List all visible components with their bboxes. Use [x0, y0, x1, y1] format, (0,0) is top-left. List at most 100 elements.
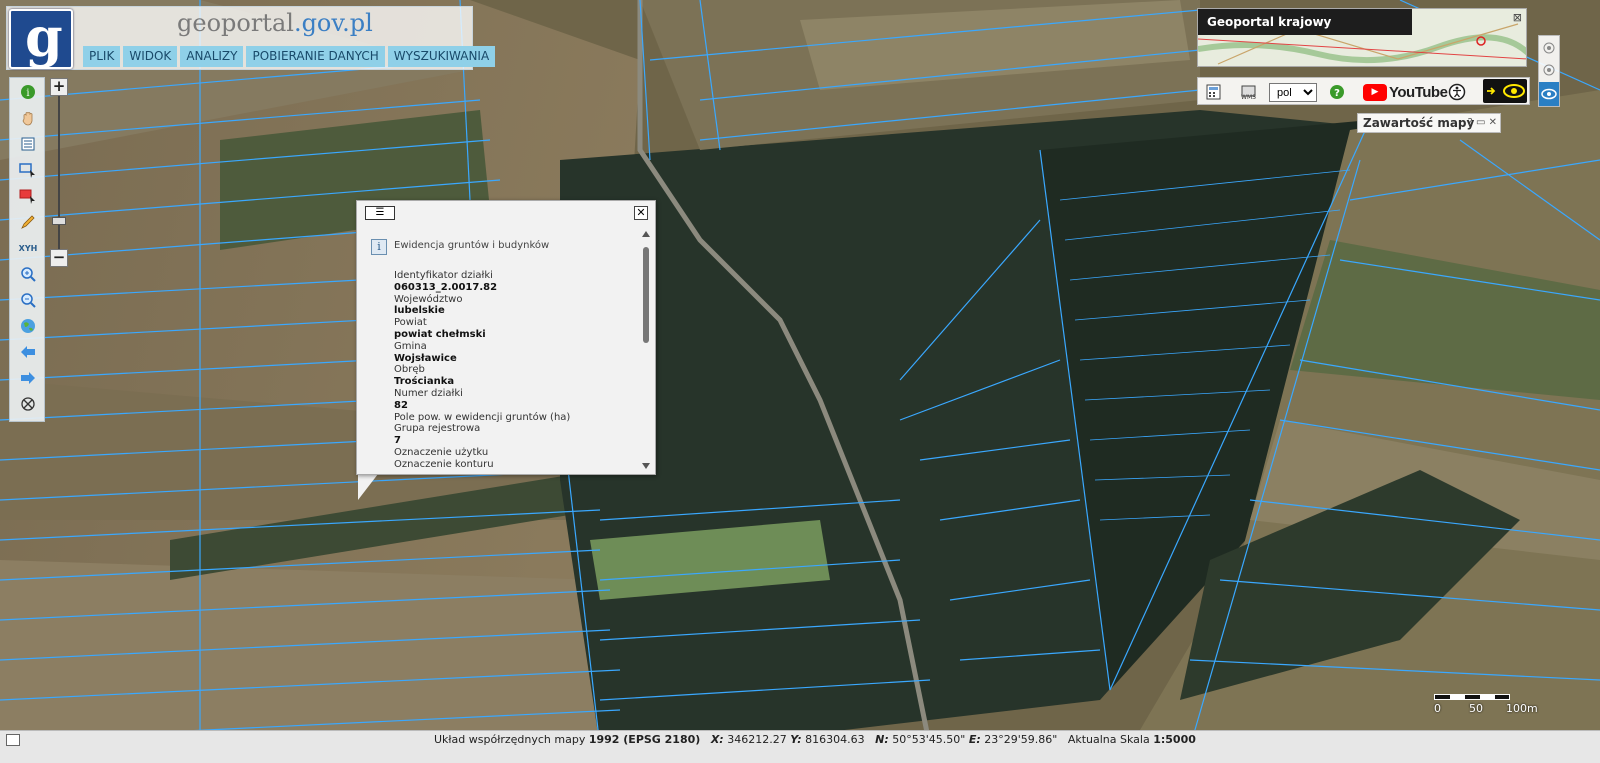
field-label: Pole pow. w ewidencji gruntów (ha): [394, 411, 571, 423]
field-value: 060313_2.0017.82: [394, 281, 498, 293]
map-contents-title: Zawartość mapy: [1363, 116, 1475, 130]
field-value: 7: [394, 435, 401, 447]
x-label: X:: [710, 733, 724, 746]
scale-label: Aktualna Skala: [1067, 733, 1150, 746]
svg-text:WMS: WMS: [1241, 94, 1256, 100]
scale-label-0: 0: [1434, 702, 1441, 715]
zoom-in-icon[interactable]: [18, 264, 38, 284]
zoom-handle[interactable]: [52, 217, 66, 225]
field-label: Powiat: [394, 317, 427, 329]
side-buttons: [1538, 35, 1560, 107]
site-title: geoportal.gov.pl: [177, 9, 373, 37]
contrast-toggle[interactable]: [1483, 79, 1527, 103]
tool-panel: i XYH: [9, 77, 45, 422]
site-title-main: geoportal: [177, 9, 294, 37]
panel-window-controls[interactable]: ? ▭ ✕: [1468, 117, 1498, 128]
popup-layer-title: Ewidencja gruntów i budynków: [394, 240, 550, 251]
wms-icon[interactable]: WMS: [1240, 84, 1258, 104]
main-menu: PLIK WIDOK ANALIZY POBIERANIE DANYCH WYS…: [83, 46, 496, 67]
feature-info-popup: ☰ ✕ i Ewidencja gruntów i budynków Ident…: [356, 200, 656, 475]
arrow-left-icon[interactable]: [18, 342, 38, 362]
popup-scrollbar[interactable]: [641, 229, 653, 471]
arrow-right-icon[interactable]: [18, 368, 38, 388]
menu-widok[interactable]: WIDOK: [123, 46, 178, 67]
youtube-link[interactable]: ▶ YouTube: [1363, 83, 1448, 101]
e-value: 23°29'59.86": [984, 733, 1058, 746]
accessibility-icon[interactable]: [1448, 83, 1466, 105]
target-icon[interactable]: [1542, 62, 1556, 81]
coordinate-readout: Układ współrzędnych mapy 1992 (EPSG 2180…: [434, 733, 1196, 746]
zoom-out-button[interactable]: −: [50, 249, 68, 267]
calculator-icon[interactable]: [1206, 84, 1222, 104]
field-value: 82: [394, 399, 408, 411]
n-value: 50°53'45.50": [892, 733, 966, 746]
globe-icon[interactable]: [18, 316, 38, 336]
field-label: Województwo: [394, 293, 463, 305]
parcel-attributes: Identyfikator działki 060313_2.0017.82 W…: [394, 270, 570, 471]
youtube-label: YouTube: [1389, 83, 1448, 101]
menu-pobieranie-danych[interactable]: POBIERANIE DANYCH: [246, 46, 385, 67]
crosshair-icon[interactable]: [18, 394, 38, 414]
field-label: Oznaczenie konturu: [394, 458, 494, 470]
field-label: Obręb: [394, 364, 425, 376]
popup-body: i Ewidencja gruntów i budynków Identyfik…: [361, 227, 639, 471]
zoom-in-button[interactable]: +: [50, 78, 68, 96]
expand-icon[interactable]: [1542, 40, 1556, 59]
scroll-thumb[interactable]: [643, 247, 649, 343]
zoom-track: [58, 96, 60, 256]
field-label: Identyfikator działki: [394, 270, 493, 281]
x-value: 346212.27: [727, 733, 787, 746]
menu-plik[interactable]: PLIK: [83, 46, 121, 67]
pan-hand-icon[interactable]: [18, 108, 38, 128]
popup-menu-icon[interactable]: ☰: [365, 206, 395, 220]
site-title-tld: .gov.pl: [293, 9, 373, 37]
youtube-play-icon: ▶: [1363, 83, 1387, 101]
field-value: Trościanka: [394, 376, 455, 388]
y-label: Y:: [790, 733, 802, 746]
svg-text:i: i: [26, 88, 29, 99]
legend-icon[interactable]: [18, 134, 38, 154]
pencil-icon[interactable]: [18, 212, 38, 232]
scale-bar: 0 50 100m: [1434, 694, 1544, 718]
info-icon[interactable]: i: [18, 82, 38, 102]
status-toggle-icon[interactable]: [6, 734, 20, 746]
svg-text:?: ?: [1334, 88, 1340, 99]
zoom-slider[interactable]: + −: [49, 78, 69, 271]
language-select[interactable]: pol: [1269, 83, 1317, 102]
field-label: Gmina: [394, 340, 427, 352]
zoom-out-icon[interactable]: [18, 290, 38, 310]
visibility-eye-icon[interactable]: [1539, 82, 1559, 106]
xyh-icon[interactable]: XYH: [18, 238, 38, 258]
scale-label-50: 50: [1469, 702, 1483, 715]
overview-minimap[interactable]: Geoportal krajowy ⊠: [1197, 8, 1527, 67]
crs-label: Układ współrzędnych mapy: [434, 733, 586, 746]
e-label: E:: [968, 733, 981, 746]
info-badge-icon: i: [371, 239, 387, 255]
map-contents-panel[interactable]: Zawartość mapy ? ▭ ✕: [1357, 113, 1501, 133]
scale-label-100: 100m: [1506, 702, 1538, 715]
popup-close-icon[interactable]: ✕: [634, 206, 648, 220]
select-box-red-icon[interactable]: [18, 186, 38, 206]
scale-bar-graphic: [1434, 694, 1510, 700]
field-label: Oznaczenie użytku: [394, 446, 489, 458]
field-value: lubelskie: [394, 305, 445, 317]
popup-pointer: [358, 474, 378, 500]
status-bar: Układ współrzędnych mapy 1992 (EPSG 2180…: [0, 730, 1600, 763]
app-header: g geoportal.gov.pl PLIK WIDOK ANALIZY PO…: [6, 5, 496, 70]
field-label: Numer działki: [394, 387, 463, 399]
field-value: Wojsławice: [394, 352, 457, 364]
select-box-icon[interactable]: [18, 160, 38, 180]
field-value: powiat chełmski: [394, 328, 486, 340]
menu-wyszukiwania[interactable]: WYSZUKIWANIA: [387, 46, 496, 67]
minimap-close-icon[interactable]: ⊠: [1513, 11, 1522, 24]
field-label: Grupa rejestrowa: [394, 423, 481, 435]
y-value: 816304.63: [805, 733, 865, 746]
minimap-title: Geoportal krajowy: [1198, 9, 1412, 35]
help-icon[interactable]: ?: [1329, 84, 1345, 104]
scale-value: 1:5000: [1153, 733, 1196, 746]
top-right-toolbar: WMS pol ? ▶ YouTube: [1197, 77, 1530, 105]
geoportal-logo[interactable]: g: [9, 5, 73, 69]
menu-analizy[interactable]: ANALIZY: [180, 46, 244, 67]
logo-letter: g: [25, 5, 63, 69]
crs-value: 1992 (EPSG 2180): [588, 733, 701, 746]
